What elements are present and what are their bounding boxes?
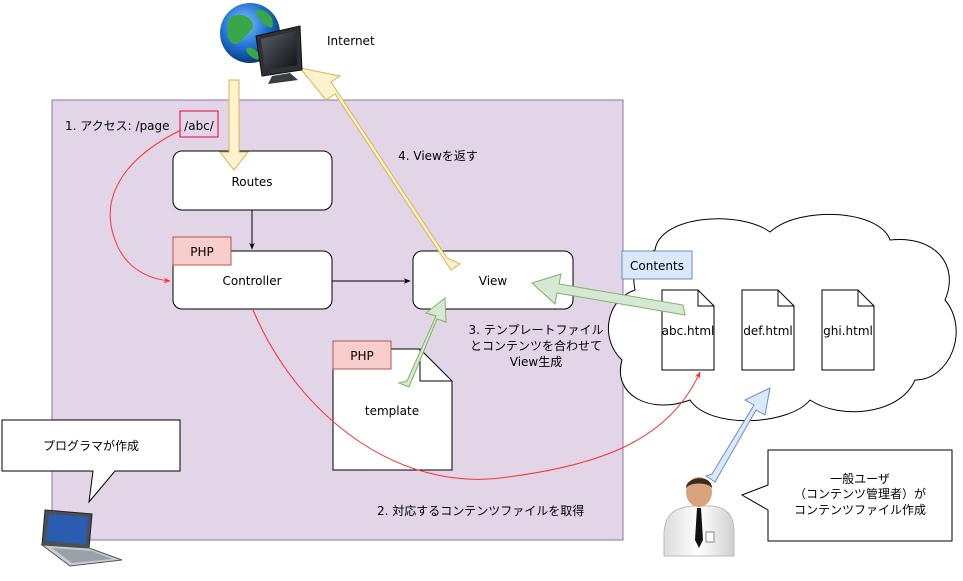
internet-label: Internet (327, 34, 375, 48)
step3-label-line3: View生成 (510, 355, 562, 369)
user-callout-line2: （コンテンツ管理者）が (794, 486, 926, 501)
php-tag-controller-label: PHP (190, 245, 214, 259)
file-def-html-label: def.html (743, 324, 793, 338)
step1-label: 1. アクセス: /page (65, 119, 170, 133)
step3-label-line2: とコンテンツを合わせて (470, 338, 602, 353)
step4-label: 4. Viewを返す (398, 149, 478, 163)
template-label: template (365, 404, 419, 418)
step2-label: 2. 対応するコンテンツファイルを取得 (377, 503, 584, 518)
globe-monitor-icon (220, 3, 303, 84)
file-abc-html[interactable]: abc.html (661, 289, 715, 371)
user-callout-line1: 一般ユーザ (830, 471, 890, 486)
php-tag-template-label: PHP (350, 349, 374, 363)
step3-label-line1: 3. テンプレートファイル (469, 323, 604, 337)
user-callout-line3: コンテンツファイル作成 (794, 503, 926, 517)
file-ghi-html[interactable]: ghi.html (821, 289, 875, 371)
step1-path: /abc/ (184, 119, 215, 133)
user-person-icon (663, 477, 735, 557)
file-ghi-html-label: ghi.html (823, 324, 873, 338)
file-def-html[interactable]: def.html (741, 289, 795, 371)
contents-tag-label: Contents (630, 259, 684, 273)
file-abc-html-label: abc.html (662, 324, 715, 338)
routes-label: Routes (231, 175, 272, 189)
app-region (51, 99, 624, 541)
architecture-diagram: Contents abc.html def.html ghi.html 1. ア… (1, 3, 957, 567)
view-label: View (479, 274, 508, 288)
controller-label: Controller (222, 274, 281, 288)
programmer-callout-label: プログラマが作成 (43, 438, 139, 453)
